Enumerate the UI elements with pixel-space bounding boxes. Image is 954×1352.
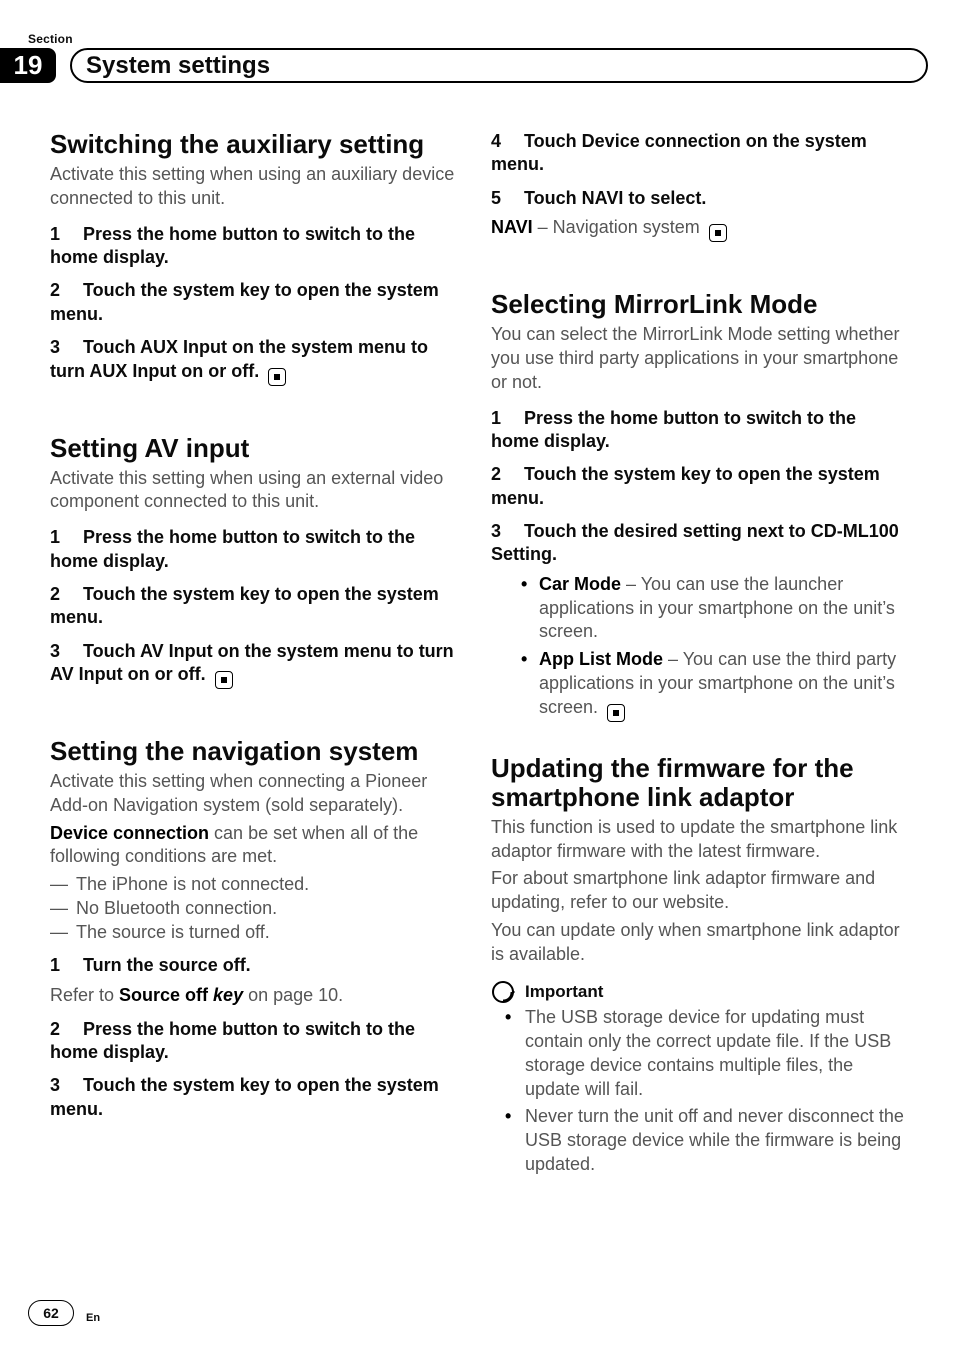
section-label: Section <box>28 32 73 46</box>
section-end-icon <box>709 224 727 242</box>
nav-step-1-ref: Refer to Source off key on page 10. <box>50 984 463 1008</box>
step-text: Touch the system key to open the system … <box>50 280 439 323</box>
page-number: 62 <box>28 1300 74 1326</box>
nav-step-4: 4 Touch Device connection on the system … <box>491 130 904 177</box>
step-text: Touch AUX Input on the system menu to tu… <box>50 337 428 380</box>
page-content: Switching the auxiliary setting Activate… <box>0 86 954 1187</box>
list-item: The source is turned off. <box>50 921 463 945</box>
firmware-p3: You can update only when smartphone link… <box>491 919 904 967</box>
step-text: Touch Device connection on the system me… <box>491 131 867 174</box>
step-number: 2 <box>491 463 519 486</box>
nav-device-conn: Device connection can be set when all of… <box>50 822 463 870</box>
firmware-p1: This function is used to update the smar… <box>491 816 904 864</box>
step-number: 3 <box>50 1074 78 1097</box>
nav-intro: Activate this setting when connecting a … <box>50 770 463 818</box>
av-step-1: 1 Press the home button to switch to the… <box>50 526 463 573</box>
step-text: Turn the source off. <box>83 955 251 975</box>
step-text: Press the home button to switch to the h… <box>50 224 415 267</box>
page-header: Section 19 System settings <box>0 0 954 86</box>
nav-step-5: 5 Touch NAVI to select. <box>491 187 904 210</box>
mirror-bullets: Car Mode – You can use the launcher appl… <box>491 573 904 722</box>
list-item: The iPhone is not connected. <box>50 873 463 897</box>
step-number: 2 <box>50 1018 78 1041</box>
list-item: App List Mode – You can use the third pa… <box>491 648 904 722</box>
important-label: Important <box>525 982 603 1002</box>
mirror-step-3: 3 Touch the desired setting next to CD-M… <box>491 520 904 567</box>
step-number: 3 <box>491 520 519 543</box>
ref-post: on page 10. <box>243 985 343 1005</box>
list-item: No Bluetooth connection. <box>50 897 463 921</box>
section-number: 19 <box>0 48 56 83</box>
important-heading: Important <box>491 980 904 1004</box>
aux-step-2: 2 Touch the system key to open the syste… <box>50 279 463 326</box>
section-end-icon <box>215 671 233 689</box>
av-step-3: 3 Touch AV Input on the system menu to t… <box>50 640 463 689</box>
bullet-bold: App List Mode <box>539 649 663 669</box>
step-text: Press the home button to switch to the h… <box>50 527 415 570</box>
ref-bold: Source off <box>119 985 208 1005</box>
list-item: The USB storage device for updating must… <box>491 1006 904 1101</box>
bullet-bold: Car Mode <box>539 574 621 594</box>
ref-italic: key <box>208 985 243 1005</box>
step-text: Touch AV Input on the system menu to tur… <box>50 641 454 684</box>
navi-rest: – Navigation system <box>533 217 700 237</box>
list-item: Car Mode – You can use the launcher appl… <box>491 573 904 644</box>
step-number: 1 <box>50 954 78 977</box>
step-text: Touch the system key to open the system … <box>50 584 439 627</box>
mirror-step-1: 1 Press the home button to switch to the… <box>491 407 904 454</box>
heading-navigation: Setting the navigation system <box>50 737 463 766</box>
nav-step-3: 3 Touch the system key to open the syste… <box>50 1074 463 1121</box>
heading-mirrorlink: Selecting MirrorLink Mode <box>491 290 904 319</box>
av-step-2: 2 Touch the system key to open the syste… <box>50 583 463 630</box>
step-number: 4 <box>491 130 519 153</box>
step-number: 1 <box>50 223 78 246</box>
step-number: 2 <box>50 279 78 302</box>
step-number: 1 <box>50 526 78 549</box>
av-intro: Activate this setting when using an exte… <box>50 467 463 515</box>
ref-pre: Refer to <box>50 985 119 1005</box>
step-text: Press the home button to switch to the h… <box>50 1019 415 1062</box>
nav-conditions: The iPhone is not connected. No Bluetoot… <box>50 873 463 944</box>
nav-step-5-line: NAVI – Navigation system <box>491 216 904 242</box>
chapter-pill: System settings <box>70 48 928 83</box>
aux-step-1: 1 Press the home button to switch to the… <box>50 223 463 270</box>
device-connection-bold: Device connection <box>50 823 209 843</box>
nav-step-1: 1 Turn the source off. <box>50 954 463 977</box>
language-code: En <box>86 1312 100 1326</box>
mirror-step-2: 2 Touch the system key to open the syste… <box>491 463 904 510</box>
firmware-p2: For about smartphone link adaptor firmwa… <box>491 867 904 915</box>
step-text: Touch the system key to open the system … <box>50 1075 439 1118</box>
step-number: 1 <box>491 407 519 430</box>
list-item: Never turn the unit off and never discon… <box>491 1105 904 1176</box>
left-column: Switching the auxiliary setting Activate… <box>50 130 463 1187</box>
step-text: Press the home button to switch to the h… <box>491 408 856 451</box>
aux-intro: Activate this setting when using an auxi… <box>50 163 463 211</box>
chapter-title: System settings <box>86 52 270 80</box>
heading-av: Setting AV input <box>50 434 463 463</box>
step-number: 3 <box>50 336 78 359</box>
step-number: 5 <box>491 187 519 210</box>
mirror-intro: You can select the MirrorLink Mode setti… <box>491 323 904 394</box>
section-end-icon <box>607 704 625 722</box>
heading-aux: Switching the auxiliary setting <box>50 130 463 159</box>
step-text: Touch the system key to open the system … <box>491 464 880 507</box>
right-column: 4 Touch Device connection on the system … <box>491 130 904 1187</box>
step-text: Touch the desired setting next to CD-ML1… <box>491 521 899 564</box>
page-footer: 62 En <box>28 1300 100 1326</box>
heading-firmware: Updating the firmware for the smartphone… <box>491 754 904 812</box>
step-number: 2 <box>50 583 78 606</box>
important-icon <box>491 980 515 1004</box>
step-number: 3 <box>50 640 78 663</box>
navi-bold: NAVI <box>491 217 533 237</box>
aux-step-3: 3 Touch AUX Input on the system menu to … <box>50 336 463 385</box>
section-end-icon <box>268 368 286 386</box>
important-list: The USB storage device for updating must… <box>491 1006 904 1176</box>
section-bar: 19 System settings <box>0 48 954 83</box>
nav-step-2: 2 Press the home button to switch to the… <box>50 1018 463 1065</box>
step-text: Touch NAVI to select. <box>524 188 706 208</box>
